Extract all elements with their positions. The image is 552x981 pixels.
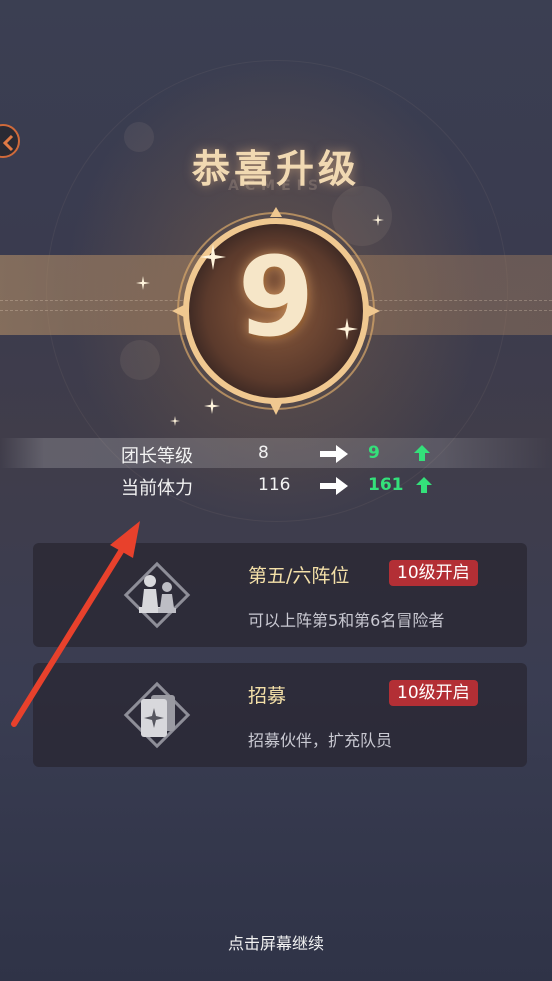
tap-to-continue-hint[interactable]: 点击屏幕继续 <box>0 930 552 954</box>
annotation-arrow <box>11 521 140 727</box>
